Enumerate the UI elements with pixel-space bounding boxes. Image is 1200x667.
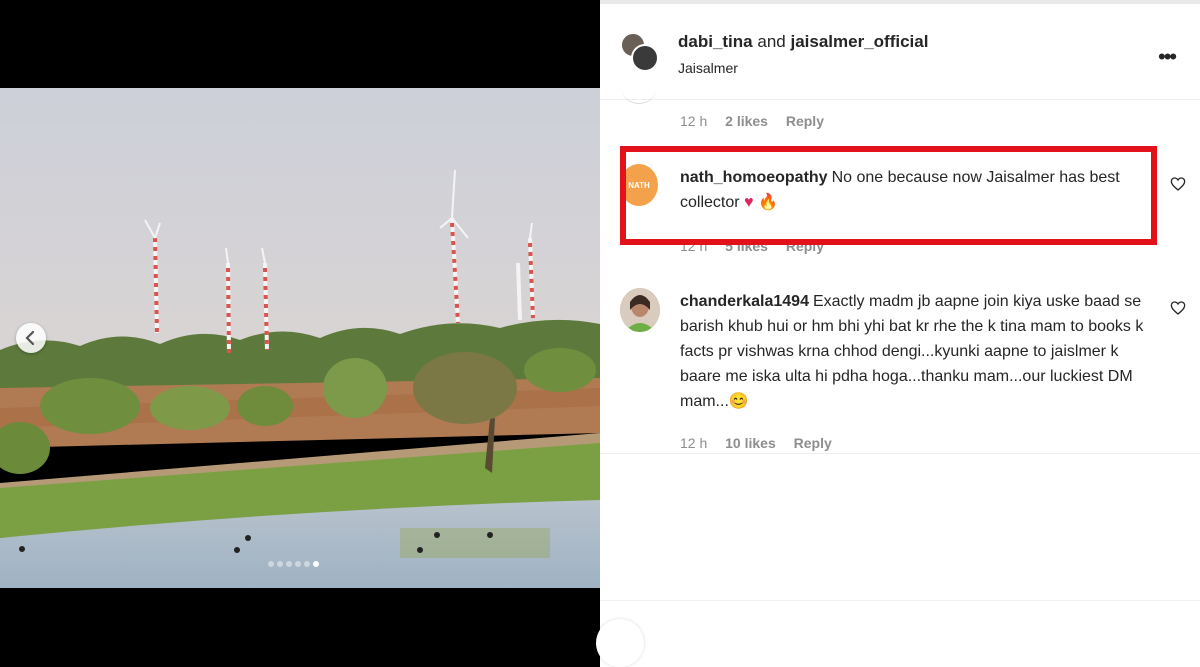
comment-username[interactable]: nath_homoeopathy xyxy=(680,169,828,186)
avatar[interactable]: NATH xyxy=(620,164,658,206)
avatar[interactable] xyxy=(622,74,656,104)
heart-icon[interactable] xyxy=(1170,300,1186,316)
comments-panel: dabi_tina and jaisalmer_official Jaisalm… xyxy=(600,0,1200,667)
carousel-dot-active[interactable] xyxy=(313,561,319,567)
previous-slide-button[interactable] xyxy=(16,323,46,353)
more-icon[interactable]: ••• xyxy=(1158,44,1177,70)
action-bar xyxy=(600,600,1200,667)
comment-text: Exactly madm jb aapne join kiya uske baa… xyxy=(680,293,1144,410)
landscape-image xyxy=(0,88,600,588)
carousel-dot[interactable] xyxy=(286,561,292,567)
carousel-dot[interactable] xyxy=(304,561,310,567)
reply-button[interactable]: Reply xyxy=(786,113,824,129)
comment-likes[interactable]: 2 likes xyxy=(725,113,768,129)
post-media xyxy=(0,0,600,667)
post-authors: dabi_tina and jaisalmer_official xyxy=(678,32,928,52)
avatar-logo-text: NATH xyxy=(628,180,650,190)
avatar[interactable] xyxy=(620,288,660,332)
comment-username[interactable]: chanderkala1494 xyxy=(680,293,809,310)
comment-likes[interactable]: 10 likes xyxy=(725,435,776,451)
author-joiner: and xyxy=(757,32,786,51)
author-username[interactable]: dabi_tina xyxy=(678,32,753,51)
coauthor-username[interactable]: jaisalmer_official xyxy=(790,32,928,51)
divider xyxy=(600,453,1200,454)
post-header: dabi_tina and jaisalmer_official Jaisalm… xyxy=(600,4,1200,100)
heart-icon[interactable] xyxy=(1170,176,1186,192)
carousel-dot[interactable] xyxy=(268,561,274,567)
comment-meta: 12 h 2 likes Reply xyxy=(680,113,838,129)
comment-body: chanderkala1494 Exactly madm jb aapne joi… xyxy=(680,289,1155,414)
carousel-dot[interactable] xyxy=(277,561,283,567)
scroll-button[interactable] xyxy=(596,619,644,667)
reply-button[interactable]: Reply xyxy=(794,435,832,451)
post-photo xyxy=(0,88,600,588)
comment-meta: 12 h 5 likes Reply xyxy=(680,238,838,254)
carousel-dots xyxy=(268,561,319,567)
avatar[interactable] xyxy=(631,44,659,72)
comment-meta: 12 h 10 likes Reply xyxy=(680,435,846,451)
reply-button[interactable]: Reply xyxy=(786,238,824,254)
fire-emoji: ♥ 🔥 xyxy=(744,194,778,211)
post-location[interactable]: Jaisalmer xyxy=(678,60,738,76)
avatar-photo xyxy=(620,288,660,332)
comment-time: 12 h xyxy=(680,113,708,129)
comment-time: 12 h xyxy=(680,238,708,254)
chevron-left-icon xyxy=(25,331,35,345)
carousel-dot[interactable] xyxy=(295,561,301,567)
instagram-post-modal: dabi_tina and jaisalmer_official Jaisalm… xyxy=(0,0,1200,667)
comment-time: 12 h xyxy=(680,435,708,451)
comment-body: nath_homoeopathy No one because now Jaisa… xyxy=(680,165,1155,215)
smile-emoji: 😊 xyxy=(728,393,749,410)
comment-likes[interactable]: 5 likes xyxy=(725,238,768,254)
